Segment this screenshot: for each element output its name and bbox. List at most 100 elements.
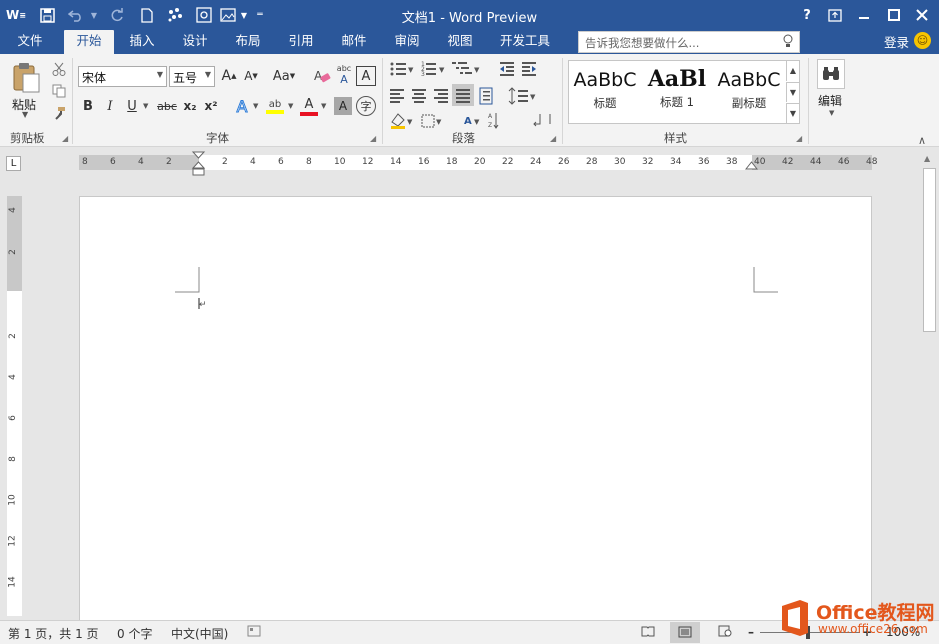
tab-references[interactable]: 引用 (277, 30, 325, 54)
ruler-tick-label: 48 (866, 157, 878, 167)
tab-insert[interactable]: 插入 (118, 30, 166, 54)
style-heading-1[interactable]: AaBl 标题 1 (641, 61, 713, 123)
cut-icon[interactable] (50, 60, 68, 78)
title-bar: W ≡ ▼ ▼ ═ 文档1 - Word Preview ? (0, 0, 939, 30)
styles-launcher-icon[interactable]: ◢ (796, 134, 802, 143)
font-color-button[interactable]: A (299, 96, 319, 116)
font-name-combo[interactable]: 宋体 ▼ (78, 66, 167, 87)
font-size-value: 五号 (173, 71, 198, 85)
word-count[interactable]: 0 个字 (117, 625, 152, 642)
svg-text:3: 3 (421, 71, 425, 78)
binoculars-icon[interactable] (817, 59, 845, 89)
maximize-icon[interactable] (882, 4, 906, 26)
v-ruler-tick-label: 10 (7, 494, 18, 506)
style-preview: AaBbC (573, 69, 637, 91)
tell-me-search-box[interactable]: 告诉我您想要做什么... (578, 31, 800, 53)
vertical-scrollbar[interactable]: ▲ (920, 150, 939, 620)
superscript-button[interactable]: x² (202, 96, 220, 116)
ruler-tick-label: 30 (614, 157, 626, 167)
watermark: Office教程网 www.office26.com (778, 596, 938, 640)
tab-mailings[interactable]: 邮件 (330, 30, 378, 54)
tab-file[interactable]: 文件 (6, 30, 54, 54)
group-separator (72, 58, 73, 144)
clear-formatting-icon[interactable]: A (312, 66, 332, 86)
text-effects-button[interactable]: A (232, 96, 252, 116)
font-color-dropdown-icon[interactable]: ▼ (321, 102, 326, 110)
character-shading-button[interactable]: A (334, 97, 352, 115)
print-layout-button[interactable] (670, 622, 700, 643)
tab-view[interactable]: 视图 (436, 30, 484, 54)
minimize-icon[interactable] (852, 4, 876, 26)
help-button[interactable]: ? (795, 4, 819, 26)
editing-label[interactable]: 编辑 (818, 92, 842, 109)
group-separator (382, 58, 383, 144)
phonetic-guide-icon[interactable]: abc A (334, 64, 354, 86)
paragraph-tools[interactable]: ▼ 123 ▼ ▼ ▼ ▼ ▼ A ▼ AZ (388, 58, 560, 130)
style-subtitle[interactable]: AaBbC 副标题 (713, 61, 785, 123)
format-painter-icon[interactable] (50, 104, 68, 122)
tab-home[interactable]: 开始 (64, 30, 114, 54)
ribbon-display-icon[interactable] (823, 4, 847, 26)
ruler-tick-label: 6 (278, 157, 284, 167)
tab-developer[interactable]: 开发工具 (492, 30, 558, 54)
editing-dropdown-icon[interactable]: ▼ (829, 109, 834, 117)
styles-gallery[interactable]: AaBbC 标题 AaBl 标题 1 AaBbC 副标题 ▲ ▼ ▼ (568, 60, 800, 124)
paragraph-launcher-icon[interactable]: ◢ (550, 134, 556, 143)
paste-dropdown-icon[interactable]: ▼ (22, 110, 28, 119)
language[interactable]: 中文(中国) (171, 625, 228, 642)
copy-icon[interactable] (50, 82, 68, 100)
read-mode-icon[interactable] (641, 625, 655, 640)
underline-button[interactable]: U (123, 96, 141, 116)
highlight-color-button[interactable]: ab (264, 96, 286, 116)
indent-markers[interactable] (191, 151, 206, 177)
bold-button[interactable]: B (79, 96, 97, 116)
scroll-thumb[interactable] (923, 168, 936, 332)
styles-more-icon[interactable]: ▼ (786, 103, 799, 123)
v-ruler-tick-label: 2 (7, 333, 18, 339)
clipboard-launcher-icon[interactable]: ◢ (62, 134, 68, 143)
styles-group-label: 样式 (664, 131, 687, 145)
ruler-tick-label: 4 (138, 157, 144, 167)
enclose-characters-button[interactable]: 字 (356, 96, 376, 116)
zoom-out-icon[interactable]: – (748, 625, 754, 639)
chevron-down-icon: ▼ (156, 70, 163, 79)
right-indent-marker[interactable] (745, 161, 758, 171)
strikethrough-button[interactable]: abc (155, 96, 179, 116)
feedback-smiley-icon[interactable]: ☺ (914, 32, 931, 49)
styles-scroll-up-icon[interactable]: ▲ (786, 61, 799, 81)
scroll-up-icon[interactable]: ▲ (924, 154, 930, 163)
font-name-value: 宋体 (82, 71, 107, 85)
document-page[interactable]: ↵ (79, 196, 872, 626)
collapse-ribbon-icon[interactable]: ∧ (918, 134, 926, 147)
tab-layout[interactable]: 布局 (224, 30, 272, 54)
styles-scroll-down-icon[interactable]: ▼ (786, 82, 799, 102)
font-size-combo[interactable]: 五号 ▼ (169, 66, 215, 87)
horizontal-ruler[interactable]: L 8 6 4 2 2 4 6 8 10 12 14 16 18 20 22 24 26 28 30 32 34 36 38… (0, 150, 939, 177)
svg-text:▼: ▼ (408, 66, 414, 74)
watermark-brand: Office教程网 (816, 602, 935, 624)
sign-in-link[interactable]: 登录 (884, 32, 909, 51)
chevron-down-icon: ▼ (204, 70, 211, 79)
style-preview: AaBbC (717, 69, 781, 91)
vertical-ruler[interactable]: 4 2 2 4 6 8 10 12 14 (0, 175, 26, 620)
close-icon[interactable] (910, 4, 934, 26)
highlight-dropdown-icon[interactable]: ▼ (288, 102, 293, 110)
character-border-icon[interactable]: A (356, 66, 376, 86)
underline-dropdown-icon[interactable]: ▼ (143, 102, 148, 110)
tab-review[interactable]: 审阅 (383, 30, 431, 54)
font-launcher-icon[interactable]: ◢ (370, 134, 376, 143)
style-name: 副标题 (731, 96, 767, 110)
web-layout-icon[interactable] (718, 625, 732, 640)
macro-record-icon[interactable] (247, 625, 261, 640)
style-title[interactable]: AaBbC 标题 (569, 61, 641, 123)
italic-button[interactable]: I (101, 96, 119, 116)
page-count[interactable]: 第 1 页，共 1 页 (8, 625, 99, 642)
tab-design[interactable]: 设计 (171, 30, 219, 54)
grow-font-icon[interactable]: A ▲ (220, 66, 238, 86)
shrink-font-icon[interactable]: A ▼ (242, 66, 260, 86)
ruler-tick-label: 6 (110, 157, 116, 167)
text-effects-dropdown-icon[interactable]: ▼ (253, 102, 258, 110)
subscript-button[interactable]: x₂ (181, 96, 199, 116)
paste-icon[interactable] (10, 60, 42, 94)
change-case-icon[interactable]: Aa ▼ (270, 66, 298, 86)
